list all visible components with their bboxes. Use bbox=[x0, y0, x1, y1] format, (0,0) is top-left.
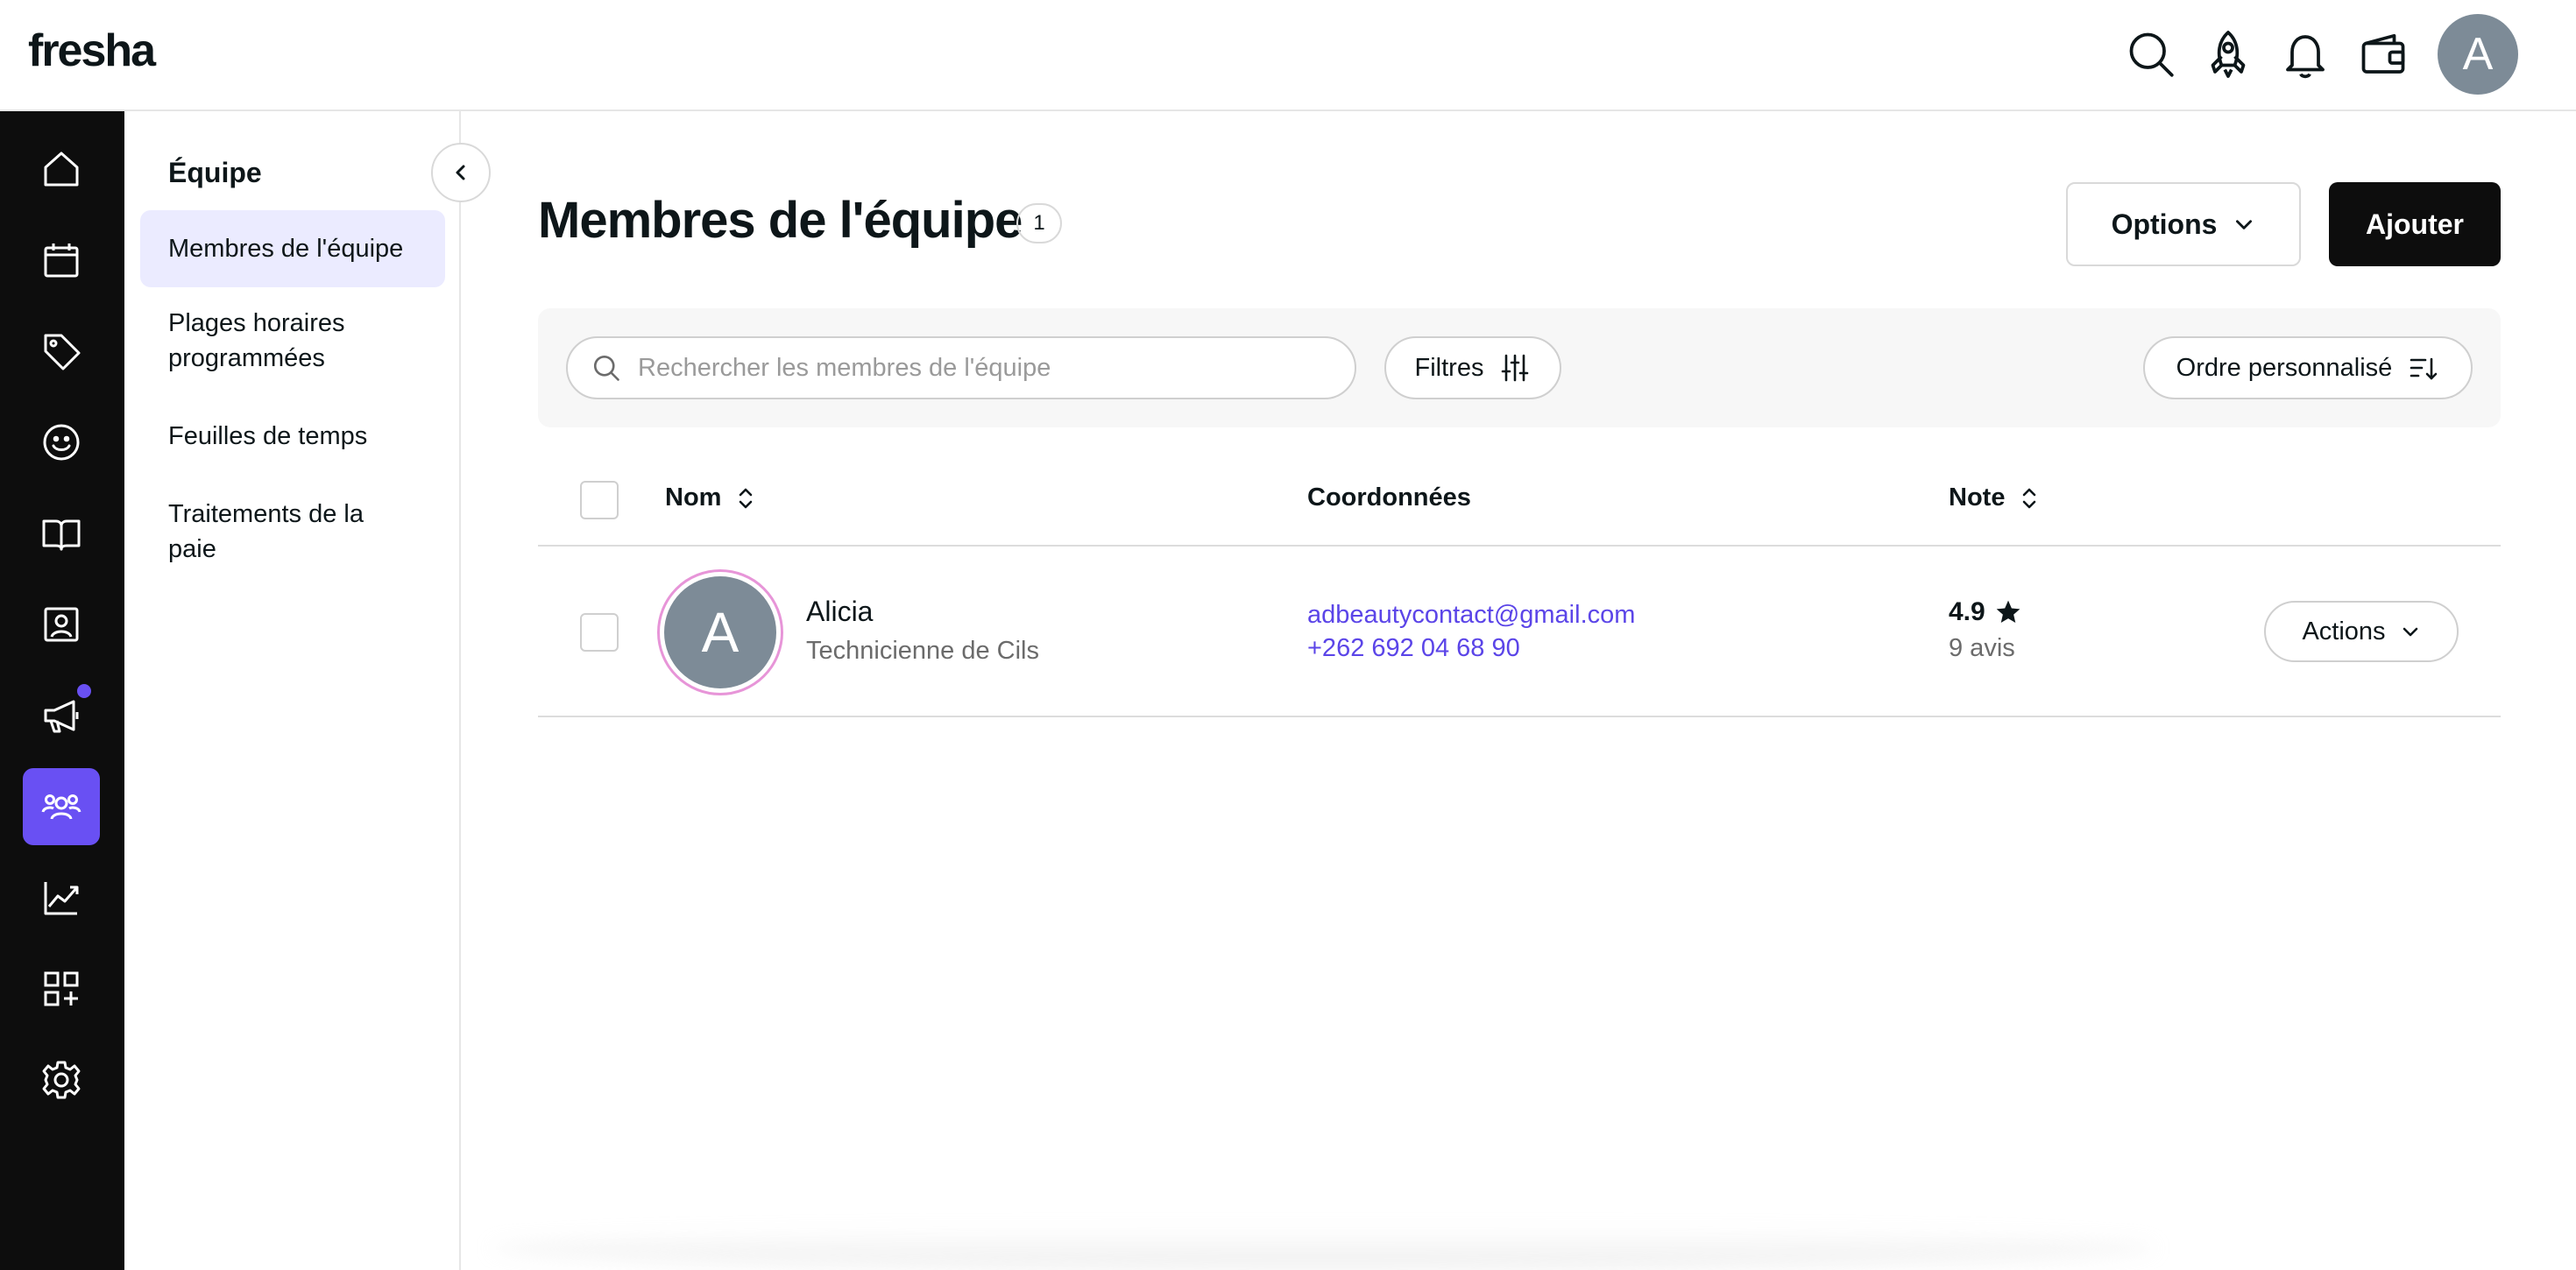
smiley-icon[interactable] bbox=[23, 404, 100, 481]
tag-icon[interactable] bbox=[23, 313, 100, 390]
main-navigation-rail bbox=[0, 111, 124, 1270]
column-contact-label: Coordonnées bbox=[1307, 483, 1471, 512]
search-icon[interactable] bbox=[2125, 28, 2177, 81]
member-phone-link[interactable]: +262 692 04 68 90 bbox=[1307, 634, 1520, 663]
column-name-label: Nom bbox=[665, 483, 722, 512]
options-label: Options bbox=[2111, 208, 2218, 240]
collapse-sidebar-button[interactable] bbox=[431, 143, 491, 202]
subnav-item-team-members[interactable]: Membres de l'équipe bbox=[140, 210, 445, 287]
calendar-icon[interactable] bbox=[23, 222, 100, 299]
member-name[interactable]: Alicia bbox=[806, 596, 873, 628]
sort-arrows-icon bbox=[740, 488, 753, 508]
profile-card-icon[interactable] bbox=[23, 586, 100, 663]
chart-icon[interactable] bbox=[23, 859, 100, 936]
search-icon bbox=[593, 355, 619, 381]
member-avatar: A bbox=[657, 569, 783, 695]
member-role: Technicienne de Cils bbox=[806, 637, 1039, 665]
member-email-link[interactable]: adbeautycontact@gmail.com bbox=[1307, 601, 1635, 630]
filters-button[interactable]: Filtres bbox=[1384, 336, 1561, 399]
search-input[interactable] bbox=[636, 352, 1323, 384]
book-icon[interactable] bbox=[23, 495, 100, 572]
column-header-rating[interactable]: Note bbox=[1949, 483, 2042, 512]
team-subnav: Équipe Membres de l'équipe Plages horair… bbox=[124, 111, 491, 1270]
subnav-item-scheduled-shifts[interactable]: Plages horaires programmées bbox=[140, 306, 445, 376]
home-icon[interactable] bbox=[23, 131, 100, 208]
filter-toolbar: Filtres Ordre personnalisé bbox=[538, 308, 2501, 427]
sort-order-button[interactable]: Ordre personnalisé bbox=[2143, 336, 2473, 399]
sort-icon bbox=[2410, 357, 2438, 380]
sliders-icon bbox=[1502, 354, 1529, 382]
column-rating-label: Note bbox=[1949, 483, 2006, 512]
chevron-down-icon bbox=[2236, 220, 2253, 229]
subnav-item-payroll[interactable]: Traitements de la paie bbox=[140, 497, 445, 567]
star-icon bbox=[1996, 600, 2020, 623]
filters-label: Filtres bbox=[1414, 353, 1484, 382]
search-field[interactable] bbox=[566, 336, 1356, 399]
member-count-badge: 1 bbox=[1016, 203, 1062, 243]
header-divider bbox=[538, 545, 2501, 547]
member-rating: 4.9 bbox=[1949, 597, 2022, 627]
rocket-icon[interactable] bbox=[2202, 28, 2254, 81]
row-divider bbox=[538, 716, 2501, 717]
notification-dot bbox=[75, 682, 93, 700]
sort-arrows-icon bbox=[2023, 488, 2036, 508]
chevron-left-icon bbox=[456, 165, 465, 180]
subnav-item-timesheets[interactable]: Feuilles de temps bbox=[140, 419, 445, 454]
apps-add-icon[interactable] bbox=[23, 950, 100, 1027]
fresha-logo[interactable]: fresha bbox=[28, 25, 156, 77]
wallet-icon[interactable] bbox=[2357, 28, 2410, 81]
row-checkbox[interactable] bbox=[580, 613, 619, 652]
bottom-shadow bbox=[491, 1226, 2155, 1270]
actions-label: Actions bbox=[2302, 617, 2386, 646]
gear-icon[interactable] bbox=[23, 1041, 100, 1118]
row-actions-button[interactable]: Actions bbox=[2264, 601, 2459, 662]
add-button[interactable]: Ajouter bbox=[2329, 182, 2501, 266]
rating-value: 4.9 bbox=[1949, 597, 1985, 626]
member-avatar-initial: A bbox=[664, 576, 776, 688]
user-avatar[interactable]: A bbox=[2438, 14, 2518, 95]
sort-order-label: Ordre personnalisé bbox=[2176, 353, 2393, 382]
top-bar: fresha A bbox=[0, 0, 2576, 111]
column-header-name[interactable]: Nom bbox=[665, 483, 758, 512]
subnav-title: Équipe bbox=[168, 157, 262, 188]
bell-icon[interactable] bbox=[2279, 28, 2332, 81]
megaphone-icon[interactable] bbox=[23, 677, 100, 754]
team-icon[interactable] bbox=[23, 768, 100, 845]
options-button[interactable]: Options bbox=[2066, 182, 2301, 266]
chevron-down-icon bbox=[2403, 627, 2417, 637]
select-all-checkbox[interactable] bbox=[580, 481, 619, 519]
page-title: Membres de l'équipe bbox=[538, 192, 1023, 249]
column-header-contact: Coordonnées bbox=[1307, 483, 1471, 512]
member-review-count[interactable]: 9 avis bbox=[1949, 634, 2015, 663]
